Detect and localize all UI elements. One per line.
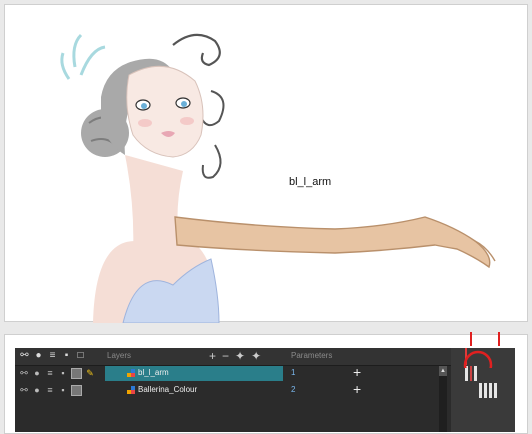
- frame-cell[interactable]: [474, 366, 477, 381]
- delete-layer-button[interactable]: −: [222, 349, 229, 363]
- layer-row[interactable]: ⚯ ● ≡ ▪ Ballerina_Colour + 2: [15, 382, 447, 398]
- lock-icon[interactable]: ▪: [58, 385, 68, 395]
- layer-name: Ballerina_Colour: [138, 385, 198, 394]
- frame-cell[interactable]: [479, 383, 482, 398]
- expand-parameters-button[interactable]: +: [353, 365, 361, 380]
- add-layer-button[interactable]: +: [209, 349, 216, 363]
- frame-cell[interactable]: [484, 383, 487, 398]
- frame-cell[interactable]: [494, 383, 497, 398]
- layer-color-swatch[interactable]: [71, 385, 82, 396]
- frame-cell[interactable]: [465, 366, 468, 381]
- ballerina-drawing: [60, 33, 496, 323]
- layers-column-header: Layers: [107, 351, 132, 360]
- layer-scrollbar[interactable]: ▲: [439, 366, 447, 432]
- layer-name: bl_l_arm: [138, 368, 169, 377]
- stack-icon[interactable]: ≡: [45, 368, 55, 378]
- expand-parameters-button[interactable]: +: [353, 382, 361, 397]
- add-effect-button[interactable]: ✦: [251, 349, 261, 363]
- timeline-panel: ⚯ ● ≡ ▪ □ Layers + − ✦ ✦ Parameters ⚯ ● …: [4, 332, 528, 434]
- drawing-layer-icon: [127, 369, 136, 378]
- parameters-column-header: Parameters: [291, 351, 333, 360]
- add-peg-button[interactable]: ✦: [235, 349, 245, 363]
- color-swatch-icon[interactable]: □: [75, 350, 86, 361]
- stack-icon[interactable]: ≡: [45, 385, 55, 395]
- link-icon[interactable]: ⚯: [19, 368, 29, 378]
- exposure-cells[interactable]: [451, 366, 501, 410]
- layer-name-label: bl_l_arm: [289, 176, 332, 188]
- frame-cell[interactable]: [489, 383, 492, 398]
- show-all-icon[interactable]: ●: [33, 350, 44, 361]
- parameter-value: 2: [291, 385, 296, 394]
- timeline-header: ⚯ ● ≡ ▪ □ Layers + − ✦ ✦ Parameters: [15, 348, 515, 366]
- annotation-callout: [463, 332, 500, 368]
- parameter-value: 1: [291, 368, 296, 377]
- pencil-icon: ✎: [86, 368, 94, 378]
- layer-color-swatch[interactable]: [71, 368, 82, 379]
- layer-name-cell[interactable]: bl_l_arm +: [105, 365, 361, 381]
- lock-icon[interactable]: ▪: [58, 368, 68, 378]
- camera-view-panel: bl_l_arm: [4, 4, 528, 323]
- drawing-layer-icon: [127, 386, 136, 395]
- visibility-icon[interactable]: ●: [32, 368, 42, 378]
- layer-name-cell[interactable]: Ballerina_Colour +: [105, 382, 361, 398]
- stack-icon[interactable]: ≡: [47, 350, 58, 361]
- visibility-icon[interactable]: ●: [32, 385, 42, 395]
- link-icon[interactable]: ⚯: [19, 385, 29, 395]
- timeline-view: ⚯ ● ≡ ▪ □ Layers + − ✦ ✦ Parameters ⚯ ● …: [15, 332, 515, 432]
- lock-icon[interactable]: ▪: [61, 350, 72, 361]
- scroll-up-icon[interactable]: ▲: [439, 366, 447, 376]
- layer-row[interactable]: ⚯ ● ≡ ▪ ✎ bl_l_arm + 1: [15, 365, 447, 381]
- frame-cell[interactable]: [470, 366, 472, 381]
- link-icon[interactable]: ⚯: [19, 350, 30, 361]
